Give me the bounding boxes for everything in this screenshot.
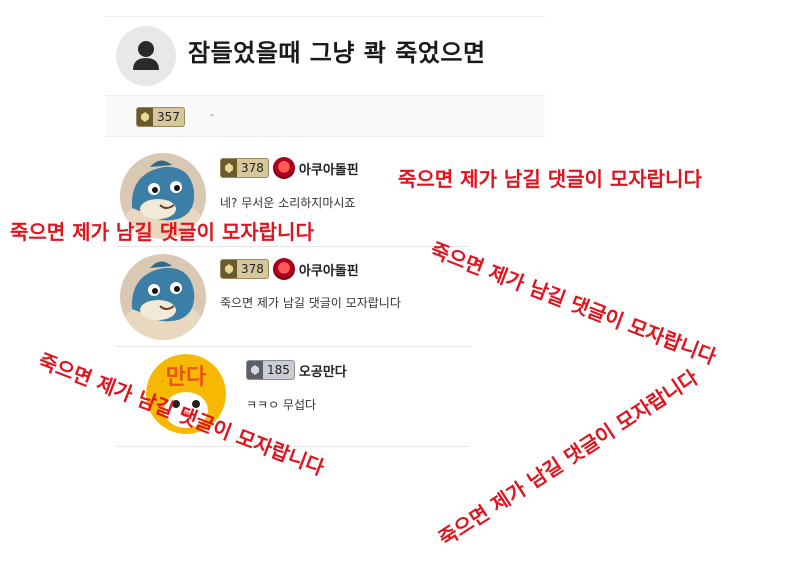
author-level-bar: 357 [106, 96, 545, 137]
overlay-caption: 죽으면 제가 남길 댓글이 모자랍니다 [398, 167, 702, 191]
screenshot: 잠들었을때 그냥 콱 죽었으면 357 - 378 아쿠아돌핀 네? 무서운 소… [0, 0, 802, 561]
comment-text: 네? 무서운 소리하지마시죠 [220, 196, 356, 210]
post-header: 잠들었을때 그냥 콱 죽었으면 [106, 16, 545, 96]
red-gem-icon [272, 157, 295, 179]
overlay-caption: 죽으면 제가 남길 댓글이 모자랍니다 [10, 220, 314, 244]
level-badge: 378 [220, 158, 269, 178]
dolphin-avatar-image [120, 254, 206, 340]
level-badge: 357 [136, 107, 185, 127]
level-icon [221, 260, 237, 278]
nickname[interactable]: 아쿠아돌핀 [299, 159, 359, 178]
comment-text: 죽으면 제가 남길 댓글이 모자랍니다 [220, 296, 401, 310]
level-icon [247, 361, 263, 379]
overlay-caption: 죽으면 제가 남길 댓글이 모자랍니다 [427, 237, 720, 369]
avatar-label: 만다 [166, 365, 207, 390]
dolphin-avatar[interactable] [120, 254, 206, 340]
overlay-caption: 죽으면 제가 남길 댓글이 모자랍니다 [434, 365, 703, 551]
level-badge: 378 [220, 259, 269, 279]
comment-item: 378 아쿠아돌핀 죽으면 제가 남길 댓글이 모자랍니다 [116, 248, 470, 347]
comment-meta: 185 오공만다 [246, 360, 347, 380]
level-icon [221, 159, 237, 177]
level-number: 378 [241, 161, 264, 175]
user-icon [133, 41, 159, 70]
comment-meta: 378 아쿠아돌핀 [220, 258, 359, 280]
nickname[interactable]: 아쿠아돌핀 [299, 260, 359, 279]
level-number: 378 [241, 262, 264, 276]
nickname[interactable]: 오공만다 [299, 361, 347, 380]
author-name: - [210, 108, 214, 121]
level-number: 357 [157, 110, 180, 124]
post-title: 잠들었을때 그냥 콱 죽었으면 [188, 39, 486, 67]
level-icon [137, 108, 153, 126]
level-number: 185 [267, 363, 290, 377]
red-gem-icon [272, 258, 295, 280]
comment-text: ㅋㅋㅇ 무섭다 [246, 398, 317, 412]
default-avatar[interactable] [116, 26, 176, 86]
comment-meta: 378 아쿠아돌핀 [220, 157, 359, 179]
level-badge: 185 [246, 360, 295, 380]
